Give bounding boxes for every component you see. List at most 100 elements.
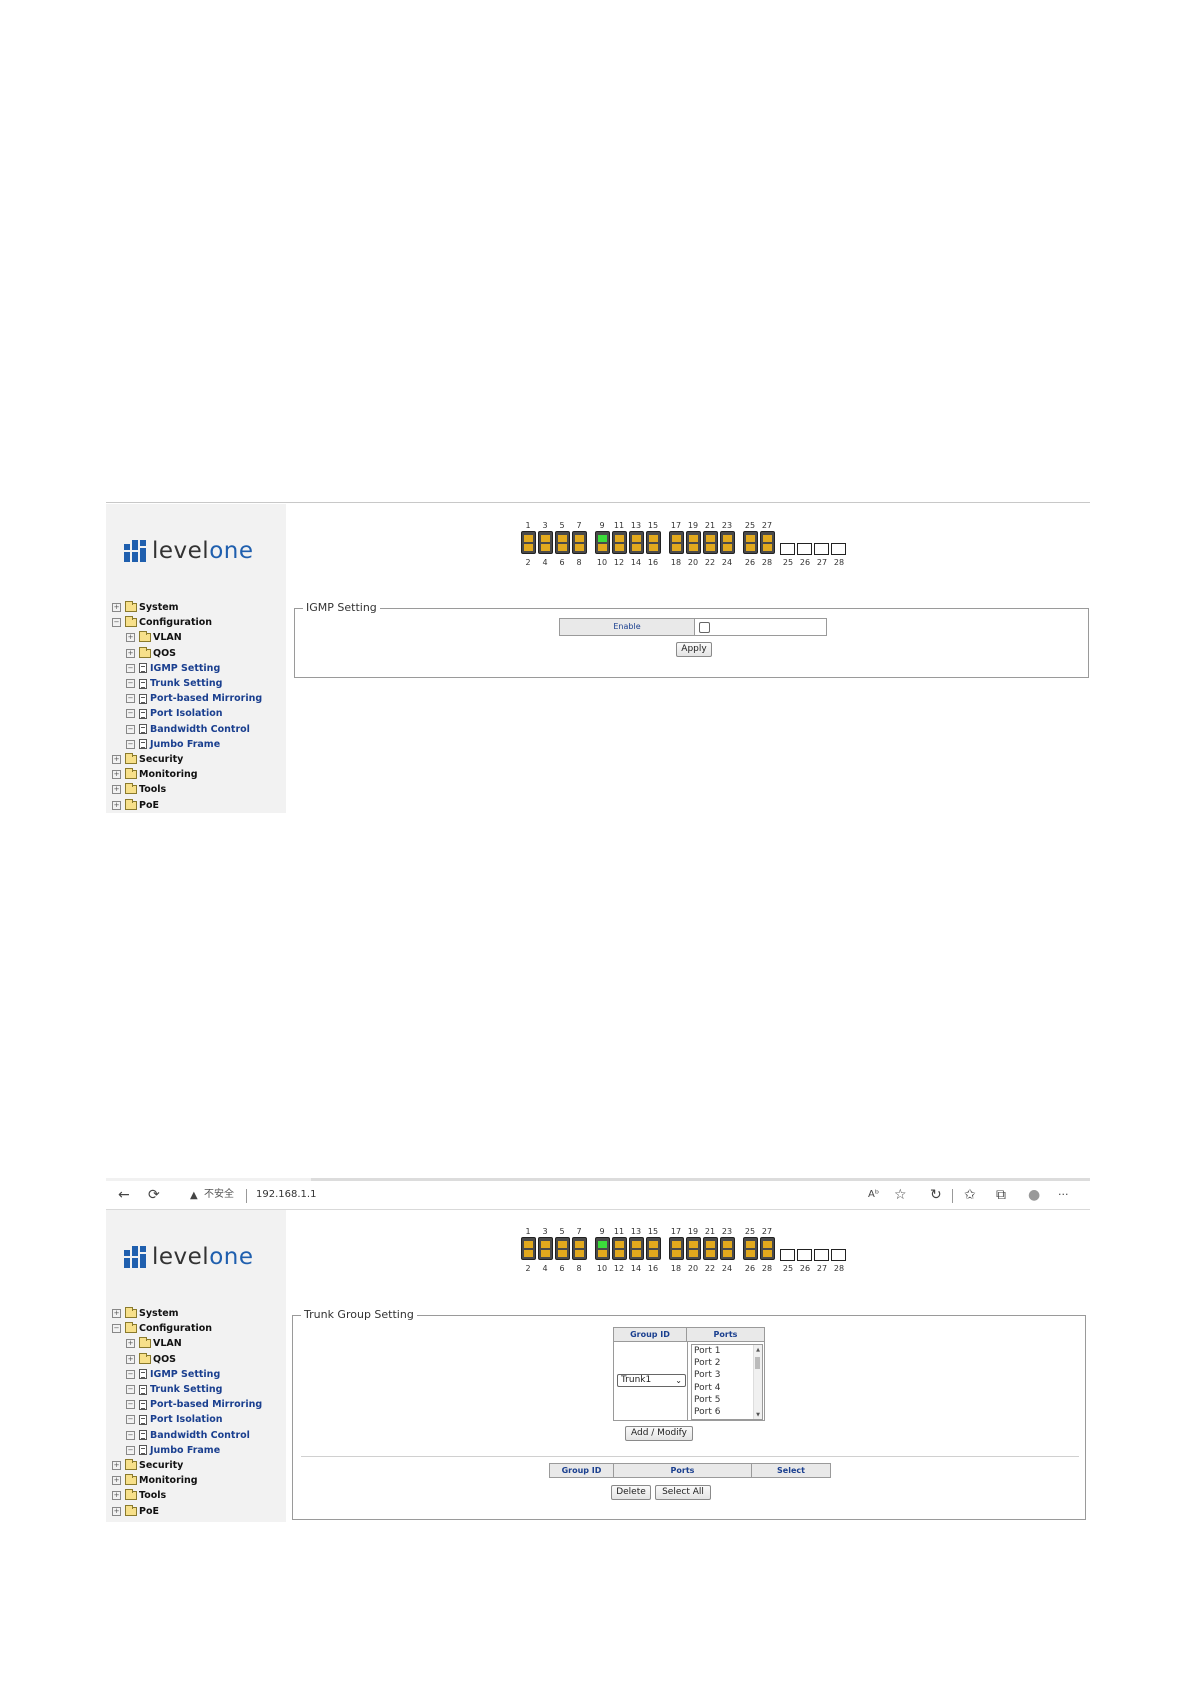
sidebar-item-qos[interactable]: + QOS (112, 1352, 262, 1367)
port-25-icon[interactable] (743, 531, 758, 554)
collapse-icon[interactable]: − (126, 694, 135, 704)
sidebar-item-jumbo-frame[interactable]: − Jumbo Frame (112, 1443, 262, 1458)
back-icon[interactable]: ← (118, 1185, 130, 1205)
sfp-port-26-icon[interactable] (797, 1249, 812, 1261)
profile-avatar-icon[interactable]: ● (1028, 1185, 1040, 1205)
sidebar-item-poe[interactable]: + PoE (112, 1503, 262, 1518)
expand-icon[interactable]: + (126, 648, 135, 658)
sidebar-item-configuration[interactable]: − Configuration (112, 615, 262, 630)
ports-listbox[interactable]: Port 1 Port 2 Port 3 Port 4 Port 5 Port 6 ▲ ▼ (691, 1344, 763, 1420)
sidebar-item-port-based-mirroring[interactable]: − Port-based Mirroring (112, 1397, 262, 1412)
collapse-icon[interactable]: − (126, 1400, 135, 1410)
expand-icon[interactable]: + (112, 785, 121, 795)
expand-icon[interactable]: + (126, 633, 135, 643)
more-options-icon[interactable]: ··· (1058, 1185, 1069, 1205)
port-19-icon[interactable] (686, 1237, 701, 1260)
port-1-icon[interactable] (521, 1237, 536, 1260)
collapse-icon[interactable]: − (126, 1369, 135, 1379)
port-11-icon[interactable] (612, 1237, 627, 1260)
select-all-button[interactable]: Select All (655, 1485, 711, 1500)
refresh-extension-icon[interactable]: ↻ (930, 1185, 942, 1205)
sfp-port-27-icon[interactable] (814, 543, 829, 555)
sidebar-item-tools[interactable]: + Tools (112, 782, 262, 797)
port-9-icon[interactable] (595, 531, 610, 554)
port-27-icon[interactable] (760, 531, 775, 554)
expand-icon[interactable]: + (112, 800, 121, 810)
port-17-icon[interactable] (669, 1237, 684, 1260)
port-13-icon[interactable] (629, 1237, 644, 1260)
sidebar-item-security[interactable]: + Security (112, 1458, 262, 1473)
read-aloud-icon[interactable]: Aᵇ (868, 1185, 879, 1205)
sidebar-item-system[interactable]: + System (112, 600, 262, 615)
expand-icon[interactable]: + (112, 754, 121, 764)
collapse-icon[interactable]: − (112, 618, 121, 628)
port-11-icon[interactable] (612, 531, 627, 554)
port-option[interactable]: Port 2 (692, 1357, 762, 1369)
add-modify-button[interactable]: Add / Modify (625, 1426, 693, 1441)
port-27-icon[interactable] (760, 1237, 775, 1260)
reload-icon[interactable]: ⟳ (148, 1185, 160, 1205)
port-option[interactable]: Port 6 (692, 1406, 762, 1418)
sidebar-item-monitoring[interactable]: + Monitoring (112, 1473, 262, 1488)
collapse-icon[interactable]: − (126, 1385, 135, 1395)
port-5-icon[interactable] (555, 1237, 570, 1260)
favorites-icon[interactable]: ✩ (964, 1185, 976, 1205)
port-7-icon[interactable] (572, 1237, 587, 1260)
port-13-icon[interactable] (629, 531, 644, 554)
port-7-icon[interactable] (572, 531, 587, 554)
sidebar-item-igmp-setting[interactable]: − IGMP Setting (112, 1367, 262, 1382)
port-option[interactable]: Port 3 (692, 1369, 762, 1381)
collapse-icon[interactable]: − (126, 1430, 135, 1440)
port-option[interactable]: Port 1 (692, 1345, 762, 1357)
sidebar-item-monitoring[interactable]: + Monitoring (112, 767, 262, 782)
sidebar-item-jumbo-frame[interactable]: − Jumbo Frame (112, 737, 262, 752)
port-19-icon[interactable] (686, 531, 701, 554)
expand-icon[interactable]: + (126, 1339, 135, 1349)
sfp-port-28-icon[interactable] (831, 1249, 846, 1261)
sfp-port-28-icon[interactable] (831, 543, 846, 555)
collapse-icon[interactable]: − (126, 1445, 135, 1455)
sidebar-item-trunk-setting[interactable]: − Trunk Setting (112, 676, 262, 691)
collapse-icon[interactable]: − (112, 1324, 121, 1334)
collapse-icon[interactable]: − (126, 724, 135, 734)
expand-icon[interactable]: + (112, 1309, 121, 1319)
port-25-icon[interactable] (743, 1237, 758, 1260)
sfp-port-25-icon[interactable] (780, 543, 795, 555)
sidebar-item-igmp-setting[interactable]: − IGMP Setting (112, 661, 262, 676)
sidebar-item-trunk-setting[interactable]: − Trunk Setting (112, 1382, 262, 1397)
port-3-icon[interactable] (538, 1237, 553, 1260)
port-option[interactable]: Port 4 (692, 1382, 762, 1394)
collapse-icon[interactable]: − (126, 739, 135, 749)
favorite-icon[interactable]: ☆ (894, 1185, 907, 1205)
sidebar-item-port-isolation[interactable]: − Port Isolation (112, 1412, 262, 1427)
scroll-up-icon[interactable]: ▲ (754, 1346, 762, 1354)
sidebar-item-security[interactable]: + Security (112, 752, 262, 767)
port-1-icon[interactable] (521, 531, 536, 554)
port-23-icon[interactable] (720, 531, 735, 554)
sidebar-item-poe[interactable]: + PoE (112, 797, 262, 812)
port-option[interactable]: Port 5 (692, 1394, 762, 1406)
expand-icon[interactable]: + (112, 1476, 121, 1486)
port-3-icon[interactable] (538, 531, 553, 554)
port-21-icon[interactable] (703, 531, 718, 554)
sidebar-item-configuration[interactable]: − Configuration (112, 1321, 262, 1336)
expand-icon[interactable]: + (112, 1460, 121, 1470)
expand-icon[interactable]: + (112, 603, 121, 613)
security-status-text[interactable]: 不安全 (204, 1187, 234, 1203)
port-9-icon[interactable] (595, 1237, 610, 1260)
port-17-icon[interactable] (669, 531, 684, 554)
sidebar-item-tools[interactable]: + Tools (112, 1488, 262, 1503)
sidebar-item-port-isolation[interactable]: − Port Isolation (112, 706, 262, 721)
port-21-icon[interactable] (703, 1237, 718, 1260)
port-15-icon[interactable] (646, 531, 661, 554)
scroll-down-icon[interactable]: ▼ (754, 1411, 762, 1419)
sfp-port-27-icon[interactable] (814, 1249, 829, 1261)
expand-icon[interactable]: + (112, 1491, 121, 1501)
sidebar-item-bandwidth-control[interactable]: − Bandwidth Control (112, 1428, 262, 1443)
expand-icon[interactable]: + (126, 1354, 135, 1364)
port-23-icon[interactable] (720, 1237, 735, 1260)
expand-icon[interactable]: + (112, 770, 121, 780)
ports-scrollbar[interactable]: ▲ ▼ (753, 1345, 762, 1419)
sidebar-item-vlan[interactable]: + VLAN (112, 1336, 262, 1351)
igmp-enable-checkbox[interactable] (699, 622, 710, 633)
